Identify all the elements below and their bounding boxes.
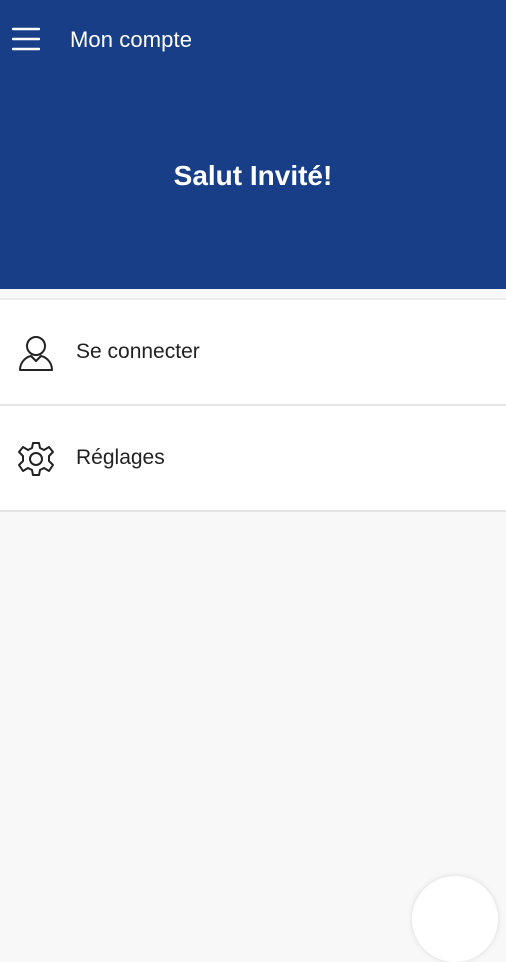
menu-button[interactable]	[8, 22, 44, 56]
account-menu-list: Se connecter Réglages	[0, 298, 506, 512]
user-icon	[19, 336, 53, 371]
settings-item[interactable]: Réglages	[0, 406, 506, 512]
floating-action-button[interactable]	[412, 876, 498, 962]
hamburger-menu-icon	[12, 27, 40, 51]
login-item[interactable]: Se connecter	[0, 298, 506, 406]
settings-label: Réglages	[76, 446, 165, 469]
greeting-text: Salut Invité!	[173, 160, 333, 191]
page-title: Mon compte	[70, 27, 193, 52]
gear-icon	[18, 442, 54, 476]
account-header: Mon compte Salut Invité!	[0, 0, 506, 289]
login-label: Se connecter	[76, 340, 200, 363]
